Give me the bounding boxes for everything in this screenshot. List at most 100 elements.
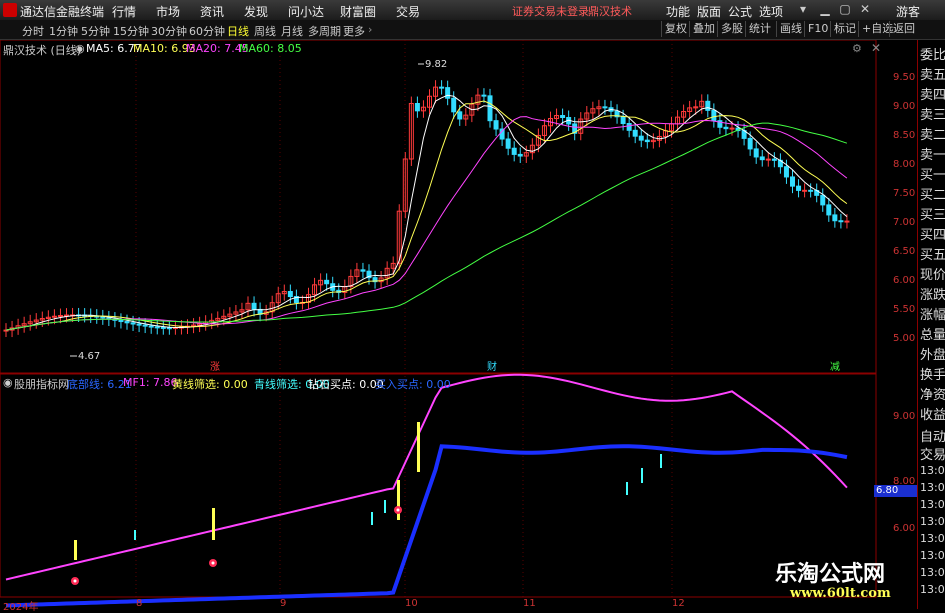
cyan-signal-bar bbox=[660, 454, 662, 468]
candle-body bbox=[759, 156, 765, 161]
menu-shichang[interactable]: 市场 bbox=[156, 3, 180, 20]
multi-stock-button[interactable]: 多股 bbox=[717, 21, 746, 37]
ma10-line bbox=[5, 100, 848, 331]
candle-body bbox=[844, 220, 850, 223]
side-label: 卖二 bbox=[920, 128, 945, 143]
yellow-signal-bar bbox=[212, 508, 215, 540]
quote-side-panel: 委比 卖五 卖四 卖三 卖二 卖一 买一 买二 买三 买四 买五 现价 涨跌 涨… bbox=[917, 40, 945, 609]
candle-body bbox=[166, 327, 172, 330]
candle-body bbox=[160, 326, 166, 329]
side-label: 外盘 bbox=[920, 348, 945, 363]
side-label: 卖五 bbox=[920, 68, 945, 83]
diamond-buy-value: 钻石买点: 0.00 bbox=[308, 378, 384, 391]
period-daily[interactable]: 日线 bbox=[227, 23, 249, 39]
price-tick: 9.50 bbox=[893, 72, 916, 83]
period-more[interactable]: 更多 bbox=[343, 23, 365, 39]
price-tick: 6.50 bbox=[893, 246, 916, 257]
f10-button[interactable]: F10 bbox=[804, 21, 831, 37]
candle-body bbox=[820, 194, 826, 206]
side-label: 买三 bbox=[920, 208, 945, 223]
draw-line-button[interactable]: 画线 bbox=[776, 21, 805, 37]
side-label: 总量 bbox=[920, 328, 945, 343]
trade-time: 13:07 bbox=[920, 532, 945, 545]
back-button[interactable]: 返回 bbox=[889, 21, 918, 37]
overlay-button[interactable]: 叠加 bbox=[689, 21, 718, 37]
candle-body bbox=[324, 279, 330, 285]
kline-chart-area[interactable]: 9.82 4.67 涨 财 减 bbox=[0, 40, 917, 609]
chevron-right-icon[interactable]: › bbox=[368, 23, 372, 36]
menu-xuanxiang[interactable]: 选项 bbox=[759, 3, 783, 20]
candle-body bbox=[118, 319, 124, 323]
maximize-icon[interactable]: ▢ bbox=[836, 2, 854, 18]
menu-wenxiaoda[interactable]: 问小达 bbox=[288, 3, 324, 20]
candle-body bbox=[142, 324, 148, 327]
price-tick: 8.00 bbox=[893, 159, 916, 170]
candle-body bbox=[287, 291, 293, 298]
period-5min[interactable]: 5分钟 bbox=[81, 23, 110, 39]
fuquan-button[interactable]: 复权 bbox=[661, 21, 690, 37]
side-label[interactable]: 自动 bbox=[920, 426, 945, 445]
menu-bar: 通达信金融终端 行情 市场 资讯 发现 问小达 财富圈 交易 证券交易未登录 鼎… bbox=[0, 0, 945, 21]
minimize-icon[interactable]: ▁ bbox=[816, 2, 834, 18]
period-1min[interactable]: 1分钟 bbox=[49, 23, 78, 39]
candle-body bbox=[626, 122, 632, 131]
menu-gongneng[interactable]: 功能 bbox=[666, 3, 690, 20]
side-label: 买二 bbox=[920, 188, 945, 203]
mf1-value: MF1: 7.86 bbox=[123, 376, 178, 389]
yellow-signal-bar bbox=[417, 422, 420, 472]
panel-close-icon[interactable]: ✕ bbox=[871, 41, 881, 55]
main-kline-panel: 9.82 4.67 涨 财 减 bbox=[0, 40, 877, 597]
menu-jiaoyi[interactable]: 交易 bbox=[396, 3, 420, 20]
side-label: 卖一 bbox=[920, 148, 945, 163]
bottom-line-value: 底部线: 6.21 bbox=[67, 378, 132, 391]
period-fenshi[interactable]: 分时 bbox=[22, 23, 44, 39]
guest-label[interactable]: 游客 bbox=[896, 3, 920, 20]
stats-button[interactable]: 统计 bbox=[745, 21, 774, 37]
candle-body bbox=[124, 321, 130, 324]
menu-dropdown-icon[interactable]: ▾ bbox=[794, 2, 812, 18]
indicator-eye-icon[interactable]: ◉ bbox=[3, 376, 13, 389]
menu-gongshi[interactable]: 公式 bbox=[728, 3, 752, 20]
menu-hangqing[interactable]: 行情 bbox=[112, 3, 136, 20]
trade-login-notice[interactable]: 证券交易未登录 bbox=[512, 3, 589, 19]
side-label[interactable]: 交易 bbox=[920, 444, 945, 463]
app-title: 通达信金融终端 bbox=[20, 5, 105, 19]
close-icon[interactable]: ✕ bbox=[856, 2, 874, 18]
period-monthly[interactable]: 月线 bbox=[281, 23, 303, 39]
candle-body bbox=[517, 153, 523, 157]
side-label: 现价 bbox=[920, 268, 945, 283]
settings-icon[interactable]: ⚙ bbox=[852, 42, 862, 55]
menu-faxian[interactable]: 发现 bbox=[244, 3, 268, 20]
menu-banmian[interactable]: 版面 bbox=[697, 3, 721, 20]
period-60min[interactable]: 60分钟 bbox=[189, 23, 225, 39]
watermark-title: 乐淘公式网 bbox=[775, 562, 886, 587]
candle-body bbox=[451, 97, 457, 113]
side-label: 换手 bbox=[920, 368, 945, 383]
mark-button[interactable]: 标记 bbox=[830, 21, 859, 37]
trade-time: 13:08 bbox=[920, 583, 945, 596]
period-weekly[interactable]: 周线 bbox=[254, 23, 276, 39]
candle-body bbox=[644, 139, 650, 143]
trade-time: 13:07 bbox=[920, 481, 945, 494]
ma20-line bbox=[5, 116, 848, 331]
trade-time: 13:08 bbox=[920, 566, 945, 579]
candle-body bbox=[783, 166, 789, 178]
indicator-current-value: 6.80 bbox=[874, 485, 919, 497]
period-multi[interactable]: 多周期 bbox=[308, 23, 341, 39]
menu-zixun[interactable]: 资讯 bbox=[200, 3, 224, 20]
candle-body bbox=[765, 158, 771, 161]
indicator-tick: 6.00 bbox=[893, 523, 916, 534]
watermark-url: www.60lt.com bbox=[790, 586, 891, 601]
period-30min[interactable]: 30分钟 bbox=[151, 23, 187, 39]
yellow-signal-bar bbox=[397, 480, 400, 520]
eye-icon[interactable]: ◉ bbox=[75, 42, 85, 55]
event-marker: 减 bbox=[830, 361, 840, 373]
indicator-name[interactable]: 股朋指标网 bbox=[14, 376, 69, 392]
menu-caifuquan[interactable]: 财富圈 bbox=[340, 3, 376, 20]
formula-notice[interactable]: 鼎汉技术 bbox=[588, 3, 632, 19]
side-label: 委比 bbox=[920, 48, 945, 63]
candle-body bbox=[705, 100, 711, 111]
yellow-signal-bar bbox=[74, 540, 77, 560]
candle-body bbox=[439, 86, 445, 89]
period-15min[interactable]: 15分钟 bbox=[113, 23, 149, 39]
